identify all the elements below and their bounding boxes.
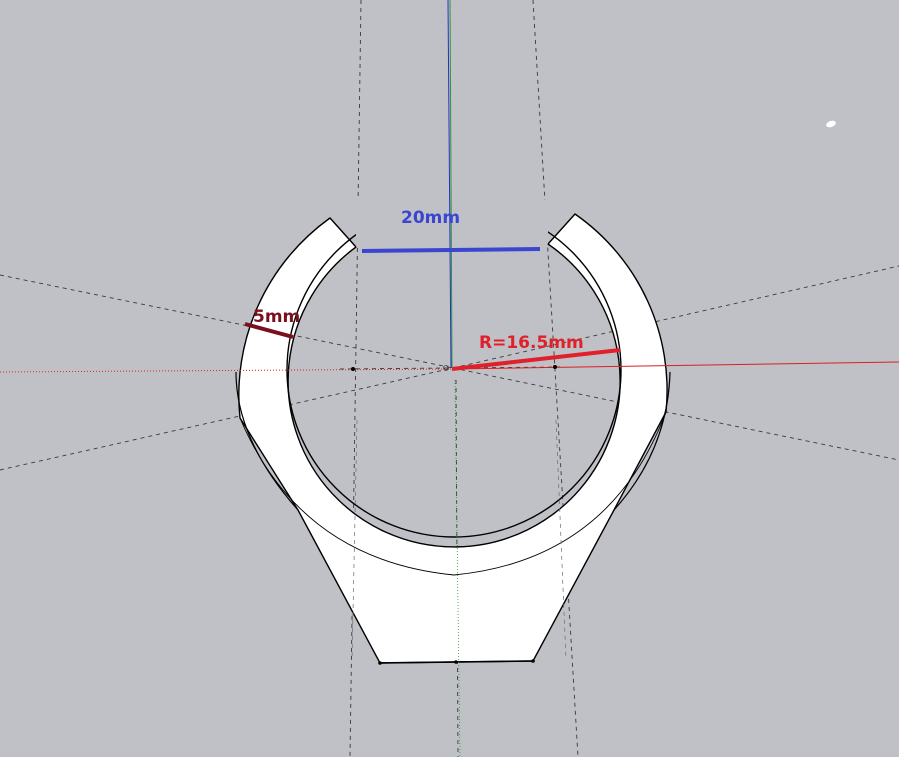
guide-point-left: [351, 367, 355, 371]
guide-point-bottom-left: [378, 661, 382, 665]
sketchup-viewport[interactable]: 20mm 5mm R=16.5mm: [0, 0, 899, 757]
guide-point-bottom-center: [454, 660, 458, 664]
gap-dimension-label: 20mm: [401, 208, 460, 228]
guide-point-bottom-right: [531, 659, 535, 663]
gap-dimension-line: [361, 247, 541, 253]
thickness-dimension-label: 5mm: [253, 307, 300, 327]
radius-dimension-label: R=16.5mm: [479, 333, 584, 353]
guide-point-right: [553, 365, 557, 369]
